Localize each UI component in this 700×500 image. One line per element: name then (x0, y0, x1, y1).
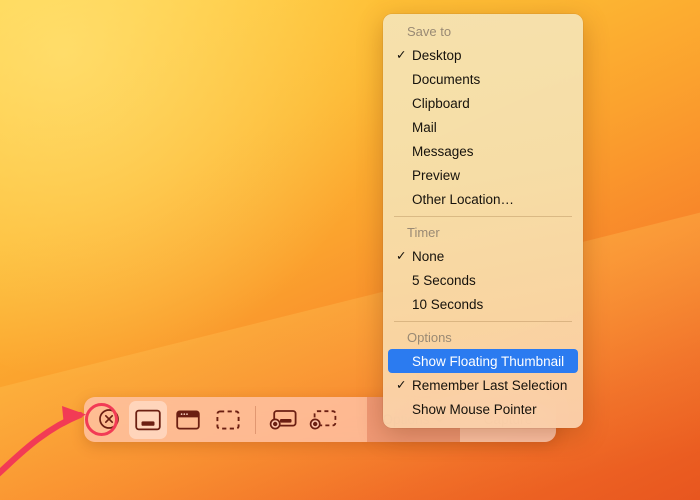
capture-entire-screen-button[interactable] (129, 400, 167, 439)
menu-item-preview[interactable]: Preview (388, 163, 578, 187)
desktop-wallpaper: Options Capture Save to Desktop Document… (0, 0, 700, 500)
selected-window-icon (176, 409, 200, 430)
capture-selected-window-button[interactable] (169, 401, 207, 439)
close-icon (99, 409, 119, 429)
record-selected-portion-button[interactable] (304, 401, 342, 439)
menu-item-show-mouse-pointer[interactable]: Show Mouse Pointer (388, 397, 578, 421)
options-dropdown-menu: Save to Desktop Documents Clipboard Mail… (383, 14, 583, 428)
menu-item-mail[interactable]: Mail (388, 115, 578, 139)
menu-item-timer-5-seconds[interactable]: 5 Seconds (388, 268, 578, 292)
menu-separator-2 (394, 321, 572, 322)
menu-item-timer-none[interactable]: None (388, 244, 578, 268)
menu-item-remember-last-selection[interactable]: Remember Last Selection (388, 373, 578, 397)
menu-item-clipboard[interactable]: Clipboard (388, 91, 578, 115)
record-mode-group (263, 397, 343, 442)
close-button[interactable] (92, 400, 126, 438)
menu-item-show-floating-thumbnail[interactable]: Show Floating Thumbnail (388, 349, 578, 373)
menu-section-header-options: Options (407, 330, 452, 345)
capture-mode-group (128, 397, 248, 442)
menu-item-desktop[interactable]: Desktop (388, 43, 578, 67)
wallpaper-glow (0, 0, 400, 390)
menu-item-timer-10-seconds[interactable]: 10 Seconds (388, 292, 578, 316)
record-selected-portion-icon (309, 409, 337, 429)
selected-portion-icon (216, 409, 240, 430)
entire-screen-icon (135, 409, 161, 430)
record-entire-screen-button[interactable] (264, 401, 302, 439)
wallpaper-light-band (0, 183, 700, 500)
menu-item-other-location[interactable]: Other Location… (388, 187, 578, 211)
record-entire-screen-icon (269, 409, 297, 429)
toolbar-divider (255, 405, 256, 434)
capture-selected-portion-button[interactable] (209, 401, 247, 439)
menu-section-header-save-to: Save to (407, 24, 452, 39)
menu-section-header-timer: Timer (407, 225, 440, 240)
menu-item-documents[interactable]: Documents (388, 67, 578, 91)
menu-separator-1 (394, 216, 572, 217)
menu-item-messages[interactable]: Messages (388, 139, 578, 163)
